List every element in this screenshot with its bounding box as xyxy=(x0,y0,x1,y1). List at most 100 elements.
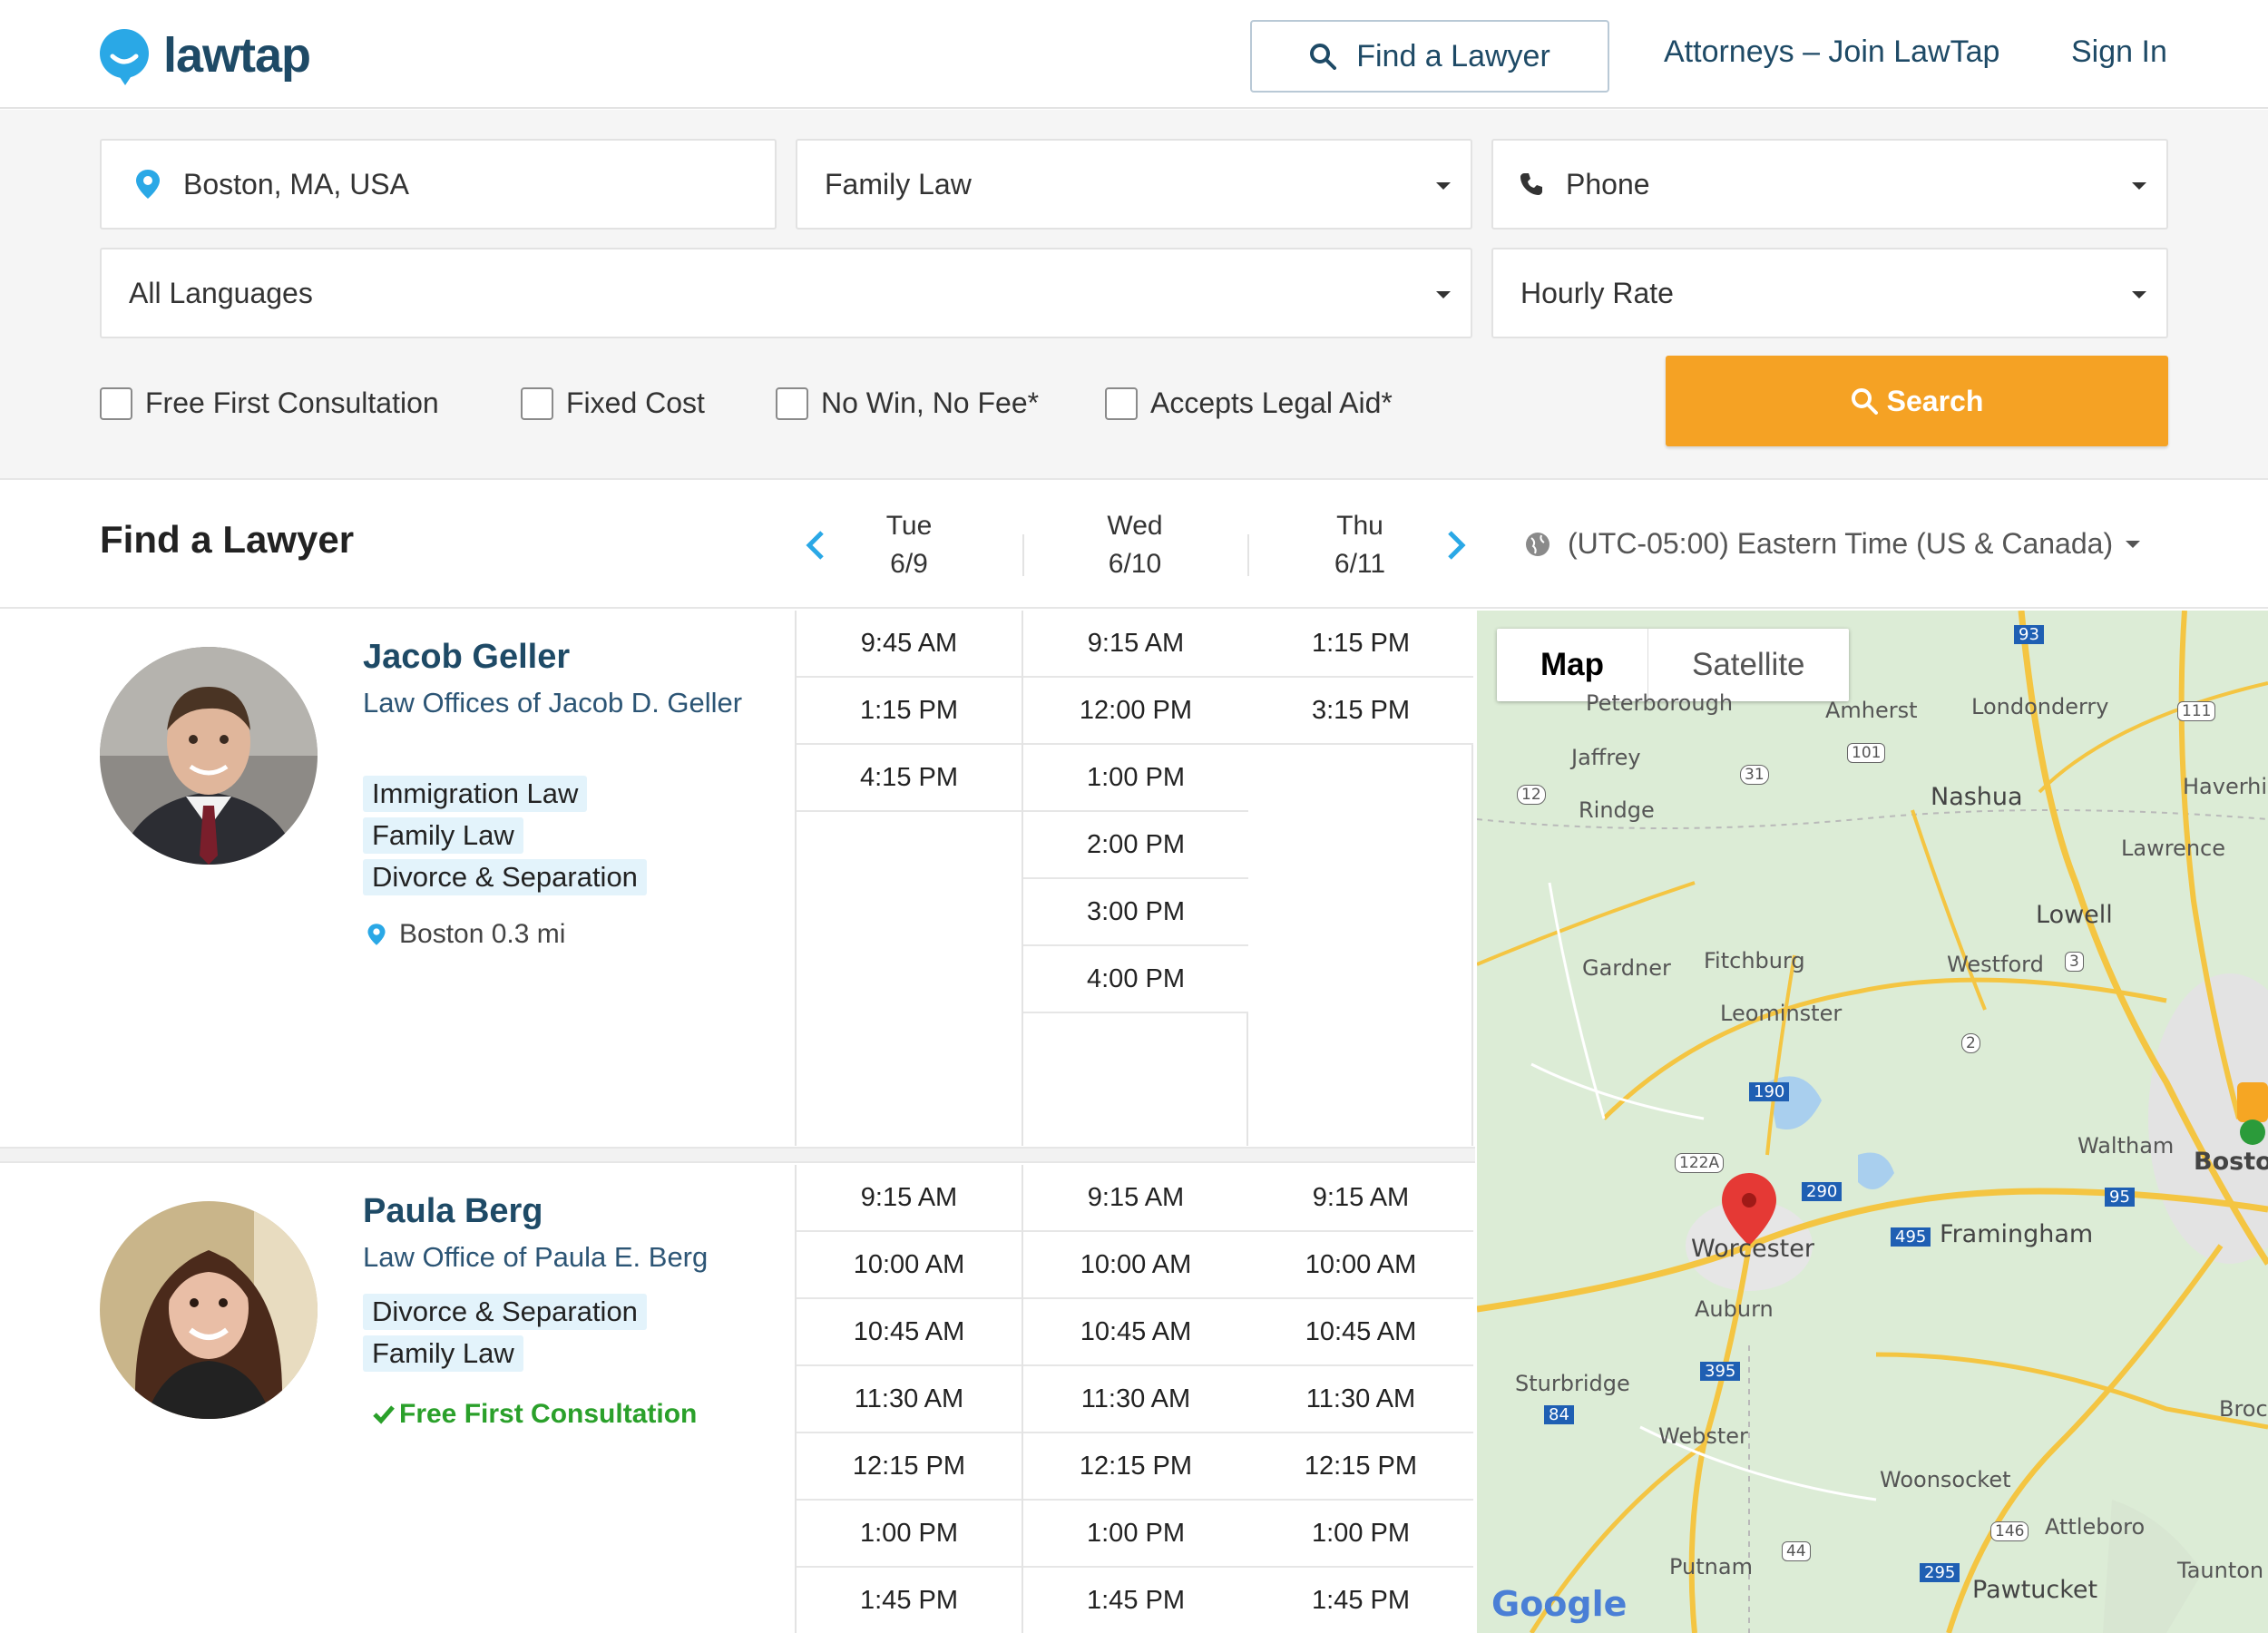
time-slot[interactable]: 10:00 AM xyxy=(1248,1232,1473,1299)
practice-area-value: Family Law xyxy=(825,167,972,200)
time-slot[interactable]: 1:00 PM xyxy=(1023,1501,1248,1568)
google-logo: Google xyxy=(1491,1584,1628,1624)
lawyer-firm[interactable]: Law Office of Paula E. Berg xyxy=(363,1239,780,1276)
free-consultation-label: Free First Consultation xyxy=(399,1399,698,1429)
map-town-label: Webster xyxy=(1658,1423,1748,1449)
logo-bubble-icon xyxy=(98,29,151,85)
time-slot[interactable]: 10:00 AM xyxy=(1023,1232,1248,1299)
route-shield: 295 xyxy=(1920,1563,1960,1582)
map-town-label: Leominster xyxy=(1720,1001,1843,1026)
time-slot[interactable]: 1:00 PM xyxy=(1023,745,1248,812)
route-shield: 101 xyxy=(1847,743,1886,763)
checkbox-box[interactable] xyxy=(776,386,808,420)
lawtap-logo[interactable]: lawtap xyxy=(98,24,311,87)
checkbox-box[interactable] xyxy=(521,386,553,420)
route-shield: 84 xyxy=(1544,1405,1574,1424)
time-slot[interactable]: 10:00 AM xyxy=(797,1232,1022,1299)
map-town-label: Boston xyxy=(2194,1148,2268,1176)
legal-aid-checkbox[interactable]: Accepts Legal Aid* xyxy=(1105,386,1393,420)
day-of-week: Wed xyxy=(1107,511,1163,541)
time-slot[interactable]: 12:15 PM xyxy=(797,1433,1022,1501)
language-value: All Languages xyxy=(129,276,313,309)
day-header-wed: Wed 6/10 xyxy=(1022,507,1247,583)
map-town-label: Peterborough xyxy=(1586,690,1734,716)
time-slot[interactable]: 9:15 AM xyxy=(1023,1165,1248,1232)
time-slot[interactable]: 1:15 PM xyxy=(797,678,1022,745)
phone-icon xyxy=(1520,173,1542,195)
time-slot[interactable]: 3:00 PM xyxy=(1023,879,1248,946)
search-label: Search xyxy=(1886,384,1984,417)
map-town-label: Gardner xyxy=(1582,955,1671,981)
time-slot[interactable]: 10:45 AM xyxy=(1023,1299,1248,1366)
checkbox-label: Free First Consultation xyxy=(145,386,439,419)
language-select[interactable]: All Languages xyxy=(100,248,1472,338)
fixed-cost-checkbox[interactable]: Fixed Cost xyxy=(521,386,705,420)
time-slot[interactable]: 11:30 AM xyxy=(797,1366,1022,1433)
lawyer-name[interactable]: Paula Berg xyxy=(363,1192,543,1231)
time-slot[interactable]: 10:45 AM xyxy=(1248,1299,1473,1366)
time-slot[interactable]: 9:45 AM xyxy=(797,611,1022,678)
route-shield: 111 xyxy=(2177,701,2216,721)
rate-select[interactable]: Hourly Rate xyxy=(1491,248,2168,338)
lawyer-card-jacob-geller: Jacob Geller Law Offices of Jacob D. Gel… xyxy=(0,611,1475,1146)
time-slot[interactable]: 4:00 PM xyxy=(1023,946,1248,1013)
time-slot[interactable]: 1:45 PM xyxy=(797,1568,1022,1633)
chevron-down-icon xyxy=(2132,182,2146,190)
time-slot[interactable]: 9:15 AM xyxy=(1023,611,1248,678)
map-town-label: Framingham xyxy=(1940,1220,2094,1248)
slot-column-thu: 9:15 AM 10:00 AM 10:45 AM 11:30 AM 12:15… xyxy=(1248,1165,1473,1633)
slot-column-tue: 9:15 AM 10:00 AM 10:45 AM 11:30 AM 12:15… xyxy=(797,1165,1022,1633)
no-win-no-fee-checkbox[interactable]: No Win, No Fee* xyxy=(776,386,1039,420)
attorneys-join-link[interactable]: Attorneys – Join LawTap xyxy=(1664,34,1999,70)
globe-icon xyxy=(1526,532,1549,556)
time-slot[interactable]: 12:15 PM xyxy=(1023,1433,1248,1501)
location-input[interactable]: Boston, MA, USA xyxy=(100,139,777,230)
timezone-select[interactable]: (UTC-05:00) Eastern Time (US & Canada) xyxy=(1524,527,2141,561)
slot-column-thu: 1:15 PM 3:15 PM xyxy=(1248,611,1473,745)
sign-in-link[interactable]: Sign In xyxy=(2071,34,2167,70)
find-lawyer-button[interactable]: Find a Lawyer xyxy=(1250,20,1609,93)
time-slot[interactable]: 11:30 AM xyxy=(1248,1366,1473,1433)
time-slot[interactable]: 10:45 AM xyxy=(797,1299,1022,1366)
time-slot[interactable]: 1:00 PM xyxy=(797,1501,1022,1568)
map-town-label: Lowell xyxy=(2036,901,2113,929)
chevron-right-icon[interactable] xyxy=(1437,527,1473,563)
find-lawyer-label: Find a Lawyer xyxy=(1356,38,1550,73)
avatar[interactable] xyxy=(100,647,318,865)
time-slot[interactable]: 2:00 PM xyxy=(1023,812,1248,879)
day-date: 6/10 xyxy=(1108,549,1162,579)
search-button[interactable]: Search xyxy=(1666,356,2168,446)
time-slot[interactable]: 1:45 PM xyxy=(1023,1568,1248,1633)
lawyer-firm[interactable]: Law Offices of Jacob D. Geller xyxy=(363,685,744,721)
map-town-label: Nashua xyxy=(1931,783,2023,811)
route-shield: 3 xyxy=(2065,952,2084,972)
time-slot[interactable]: 1:15 PM xyxy=(1248,611,1473,678)
practice-tag: Family Law xyxy=(363,1335,523,1372)
time-slot[interactable]: 9:15 AM xyxy=(797,1165,1022,1232)
avatar[interactable] xyxy=(100,1201,318,1419)
map-town-label: Westford xyxy=(1947,952,2044,977)
lawyer-name[interactable]: Jacob Geller xyxy=(363,638,570,677)
time-slot[interactable]: 1:45 PM xyxy=(1248,1568,1473,1633)
map-town-label: Londonderry xyxy=(1971,694,2109,719)
map-town-label: Auburn xyxy=(1695,1296,1774,1322)
time-slot[interactable]: 3:15 PM xyxy=(1248,678,1473,745)
free-consultation-checkbox[interactable]: Free First Consultation xyxy=(100,386,439,420)
time-slot[interactable]: 11:30 AM xyxy=(1023,1366,1248,1433)
map-town-label: Attleboro xyxy=(2045,1514,2146,1540)
checkbox-box[interactable] xyxy=(1105,386,1138,420)
time-slot[interactable]: 9:15 AM xyxy=(1248,1165,1473,1232)
time-slot[interactable]: 12:00 PM xyxy=(1023,678,1248,745)
time-slot[interactable]: 1:00 PM xyxy=(1248,1501,1473,1568)
time-slot[interactable]: 12:15 PM xyxy=(1248,1433,1473,1501)
time-slot[interactable]: 4:15 PM xyxy=(797,745,1022,812)
timezone-value: (UTC-05:00) Eastern Time (US & Canada) xyxy=(1568,527,2114,560)
practice-area-select[interactable]: Family Law xyxy=(796,139,1472,230)
results-map[interactable]: Map Satellite Peterborough Amherst Londo… xyxy=(1477,611,2268,1633)
map-town-label: Pawtucket xyxy=(1972,1576,2098,1604)
checkbox-box[interactable] xyxy=(100,386,132,420)
route-shield: 122A xyxy=(1675,1153,1725,1173)
route-shield: 146 xyxy=(1990,1521,2029,1541)
meeting-type-select[interactable]: Phone xyxy=(1491,139,2168,230)
route-shield: 190 xyxy=(1749,1082,1790,1101)
